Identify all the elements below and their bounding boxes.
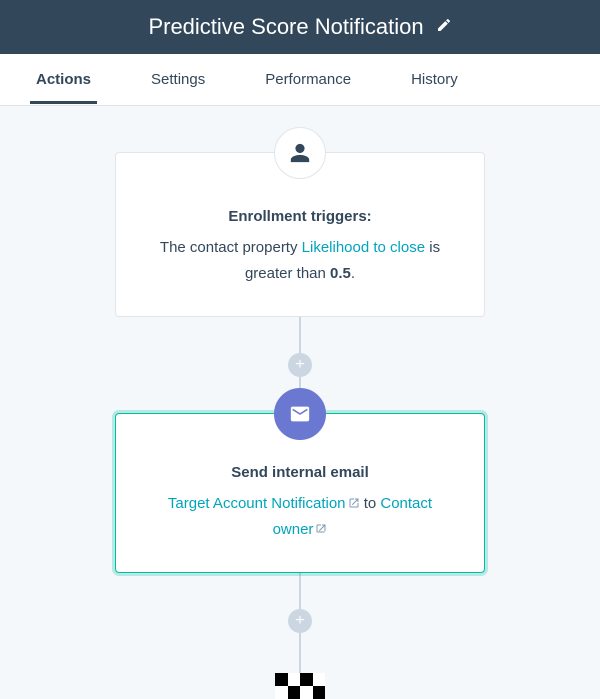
- add-step-button[interactable]: +: [288, 609, 312, 633]
- trigger-title: Enrollment triggers:: [146, 208, 454, 225]
- trigger-card[interactable]: Enrollment triggers: The contact propert…: [115, 152, 485, 317]
- tabs: Actions Settings Performance History: [0, 54, 600, 106]
- person-icon: [274, 127, 326, 179]
- trigger-value: 0.5: [330, 265, 351, 282]
- email-template-link[interactable]: Target Account Notification: [168, 495, 360, 512]
- action-body: Target Account Notification to Contact o…: [146, 491, 454, 542]
- trigger-property-link[interactable]: Likelihood to close: [302, 239, 425, 256]
- connector-line: [299, 633, 301, 673]
- tab-history[interactable]: History: [405, 56, 464, 103]
- add-step-button[interactable]: +: [288, 353, 312, 377]
- workflow-end-marker: [275, 673, 325, 699]
- connector-line: [299, 317, 301, 353]
- action-card[interactable]: Send internal email Target Account Notif…: [115, 413, 485, 573]
- external-link-icon: [315, 518, 327, 530]
- tab-settings[interactable]: Settings: [145, 56, 211, 103]
- connector-line: [299, 573, 301, 609]
- trigger-posttext: .: [351, 265, 355, 282]
- titlebar: Predictive Score Notification: [0, 0, 600, 54]
- trigger-body: The contact property Likelihood to close…: [146, 235, 454, 286]
- external-link-icon: [348, 492, 360, 504]
- trigger-pretext: The contact property: [160, 239, 302, 256]
- tab-actions[interactable]: Actions: [30, 56, 97, 103]
- action-midtext: to: [364, 495, 381, 512]
- mail-icon: [274, 388, 326, 440]
- edit-title-icon[interactable]: [436, 17, 452, 38]
- workflow-canvas: Enrollment triggers: The contact propert…: [0, 106, 600, 699]
- tab-performance[interactable]: Performance: [259, 56, 357, 103]
- action-title: Send internal email: [146, 464, 454, 481]
- page-title: Predictive Score Notification: [148, 14, 423, 40]
